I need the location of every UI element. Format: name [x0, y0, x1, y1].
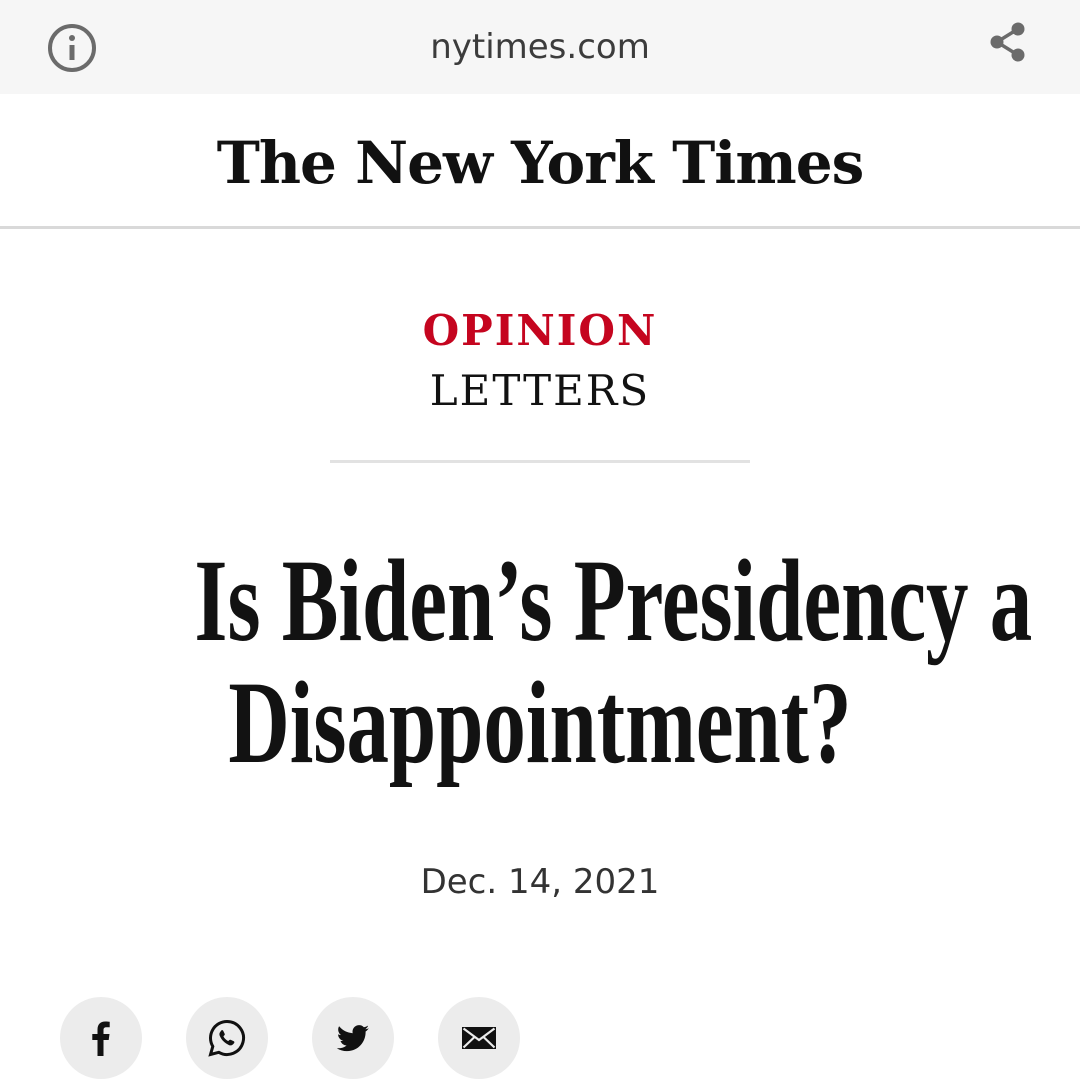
email-icon — [462, 1027, 496, 1049]
article-date: Dec. 14, 2021 — [420, 862, 660, 902]
article-headline: Is Biden’s Presidency a Disappointment? — [194, 535, 1033, 788]
subsection-label[interactable]: LETTERS — [0, 366, 1080, 415]
whatsapp-share-button[interactable] — [186, 997, 268, 1079]
browser-address-bar: nytimes.com — [0, 0, 1080, 94]
headline-line-1: Is Biden’s Presidency a — [194, 535, 1033, 666]
masthead: The New York Times — [0, 94, 1080, 229]
facebook-share-button[interactable] — [60, 997, 142, 1079]
url-text[interactable]: nytimes.com — [0, 0, 1080, 94]
share-icon[interactable] — [984, 18, 1032, 66]
divider — [330, 460, 750, 463]
nyt-logo[interactable]: The New York Times — [0, 94, 1080, 226]
facebook-icon — [92, 1021, 110, 1056]
twitter-share-button[interactable] — [312, 997, 394, 1079]
headline-line-2: Disappointment? — [228, 657, 852, 788]
whatsapp-icon — [208, 1019, 246, 1057]
info-icon[interactable] — [46, 22, 98, 74]
email-share-button[interactable] — [438, 997, 520, 1079]
section-label[interactable]: OPINION — [0, 306, 1080, 355]
twitter-icon — [336, 1025, 369, 1052]
